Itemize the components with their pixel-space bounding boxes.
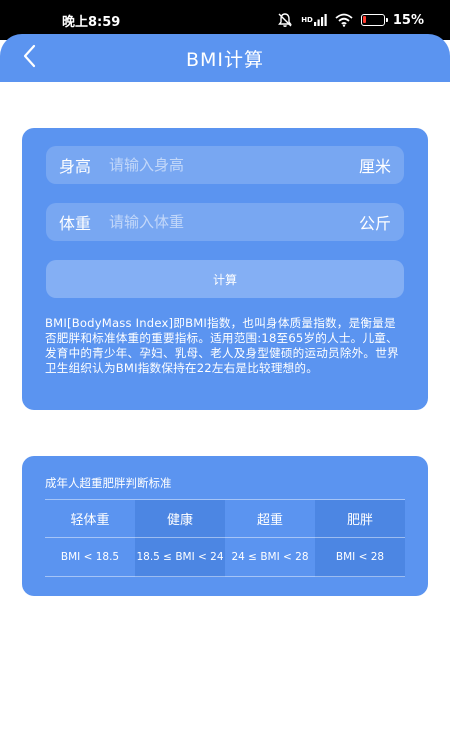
range-underweight: BMI < 18.5 [45,537,135,577]
weight-field: 体重 公斤 [46,203,404,241]
page-title: BMI计算 [185,48,265,71]
column-header-underweight: 轻体重 [45,499,135,538]
weight-label: 体重 [59,214,92,233]
app-header: BMI计算 [0,34,450,82]
range-healthy: 18.5 ≤ BMI < 24 [135,537,225,577]
signal-icon: HD [301,13,327,27]
calculate-button[interactable]: 计算 [46,260,404,298]
back-button[interactable] [10,38,50,78]
height-unit: 厘米 [358,157,391,176]
standards-value-row: BMI < 18.5 18.5 ≤ BMI < 24 24 ≤ BMI < 28… [45,537,405,577]
standards-title: 成年人超重肥胖判断标准 [45,476,172,490]
standards-header-row: 轻体重 健康 超重 肥胖 [45,499,405,538]
status-time: 晚上8:59 [62,14,121,30]
battery-percent: 15% [392,12,424,28]
bmi-standards-card: 成年人超重肥胖判断标准 轻体重 健康 超重 肥胖 BMI < 18.5 18.5… [22,456,428,596]
range-obese: BMI < 28 [315,537,405,577]
network-type-label: HD [301,15,313,24]
bmi-description: BMI[BodyMass Index]即BMI指数，也叫身体质量指数，是衡量是否… [45,316,399,375]
height-input[interactable] [109,156,359,174]
column-header-overweight: 超重 [225,499,315,538]
weight-unit: 公斤 [358,214,391,233]
weight-input[interactable] [109,213,359,231]
standards-table: 轻体重 健康 超重 肥胖 BMI < 18.5 18.5 ≤ BMI < 24 … [45,499,405,577]
range-overweight: 24 ≤ BMI < 28 [225,537,315,577]
wifi-icon [335,13,353,27]
column-header-healthy: 健康 [135,499,225,538]
bmi-form-card: 身高 厘米 体重 公斤 计算 BMI[BodyMass Index]即BMI指数… [22,128,428,410]
status-icons: HD 15% [277,12,424,28]
battery-icon [360,14,388,26]
height-field: 身高 厘米 [46,146,404,184]
mute-bell-icon [277,12,293,28]
column-header-obese: 肥胖 [315,499,405,538]
battery-level [362,16,366,23]
chevron-left-icon [20,43,40,73]
height-label: 身高 [59,157,92,176]
